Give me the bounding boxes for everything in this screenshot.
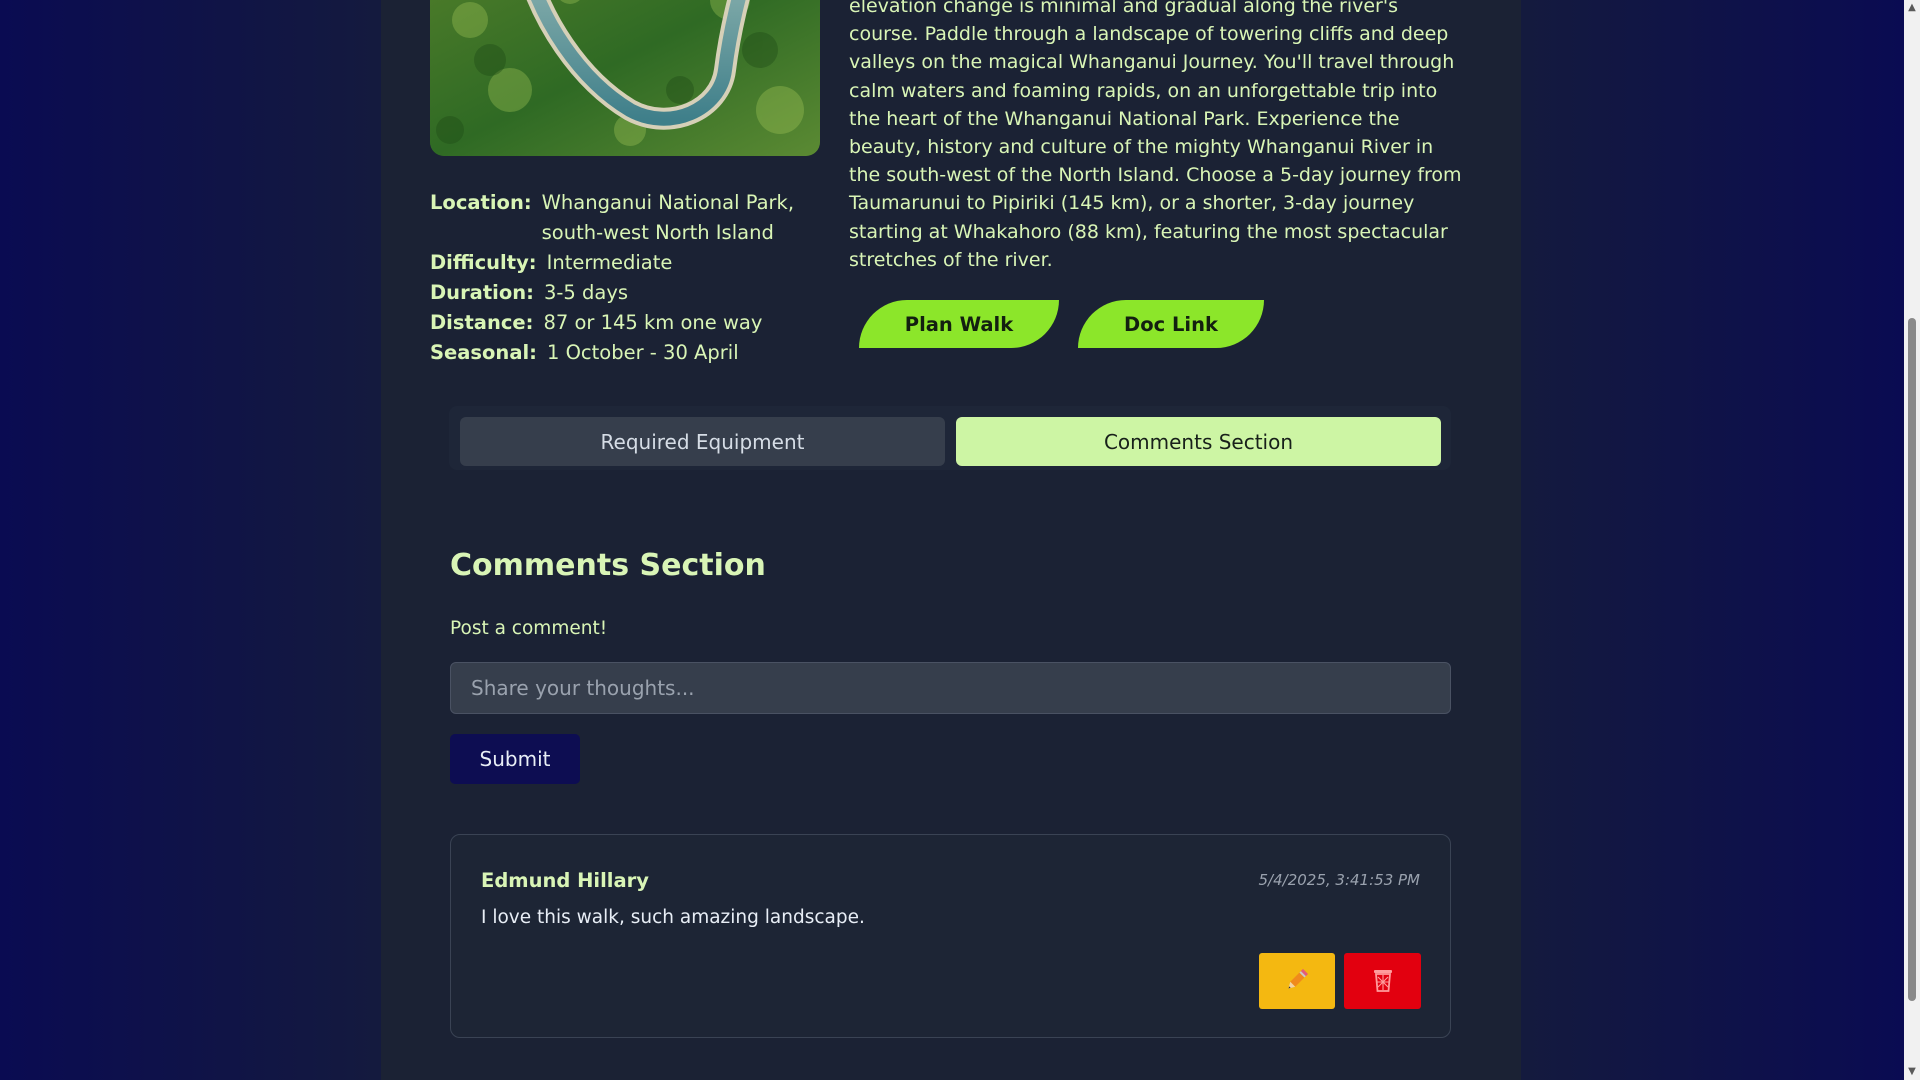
comment-author: Edmund Hillary	[481, 869, 649, 892]
info-difficulty: Difficulty: Intermediate	[430, 248, 830, 278]
tab-required-equipment[interactable]: Required Equipment	[460, 417, 945, 466]
info-label: Seasonal:	[430, 341, 537, 364]
info-label: Location:	[430, 191, 532, 214]
info-value: 87 or 145 km one way	[543, 311, 763, 334]
trail-info: Location: Whanganui National Park, south…	[430, 188, 830, 368]
info-distance: Distance: 87 or 145 km one way	[430, 308, 830, 338]
comment-input[interactable]	[450, 662, 1451, 714]
doc-link-button[interactable]: Doc Link	[1078, 300, 1264, 348]
comment-date: 5/4/2025, 3:41:53 PM	[1258, 871, 1420, 889]
info-duration: Duration: 3-5 days	[430, 278, 830, 308]
tab-comments-section[interactable]: Comments Section	[956, 417, 1441, 466]
info-value: 3-5 days	[543, 281, 629, 304]
tab-bar: Required Equipment Comments Section	[449, 406, 1451, 470]
info-label: Difficulty:	[430, 251, 537, 274]
scroll-up-icon[interactable]: ▲	[1906, 2, 1918, 14]
info-value: Intermediate	[546, 251, 673, 274]
trail-description: elevation change is minimal and gradual …	[849, 0, 1462, 271]
info-label: Distance:	[430, 311, 534, 334]
trail-photo	[430, 0, 820, 156]
info-value: Whanganui National Park, south-west Nort…	[541, 191, 795, 244]
plan-walk-button[interactable]: Plan Walk	[859, 300, 1059, 348]
info-label: Duration:	[430, 281, 534, 304]
delete-comment-button[interactable]	[1344, 953, 1421, 1009]
comment-text: I love this walk, such amazing landscape…	[481, 907, 865, 928]
trash-icon	[1371, 967, 1395, 996]
post-comment-label: Post a comment!	[450, 618, 608, 639]
comments-title: Comments Section	[450, 548, 766, 583]
info-value: 1 October - 30 April	[546, 341, 739, 364]
info-location: Location: Whanganui National Park, south…	[430, 188, 830, 248]
pencil-icon	[1284, 967, 1310, 996]
scroll-down-icon[interactable]: ▼	[1906, 1066, 1918, 1078]
submit-button[interactable]: Submit	[450, 734, 580, 784]
edit-comment-button[interactable]	[1259, 953, 1335, 1009]
scrollbar-thumb[interactable]	[1908, 318, 1916, 1001]
comment-card: Edmund Hillary 5/4/2025, 3:41:53 PM I lo…	[450, 834, 1451, 1038]
info-seasonal: Seasonal: 1 October - 30 April	[430, 338, 830, 368]
